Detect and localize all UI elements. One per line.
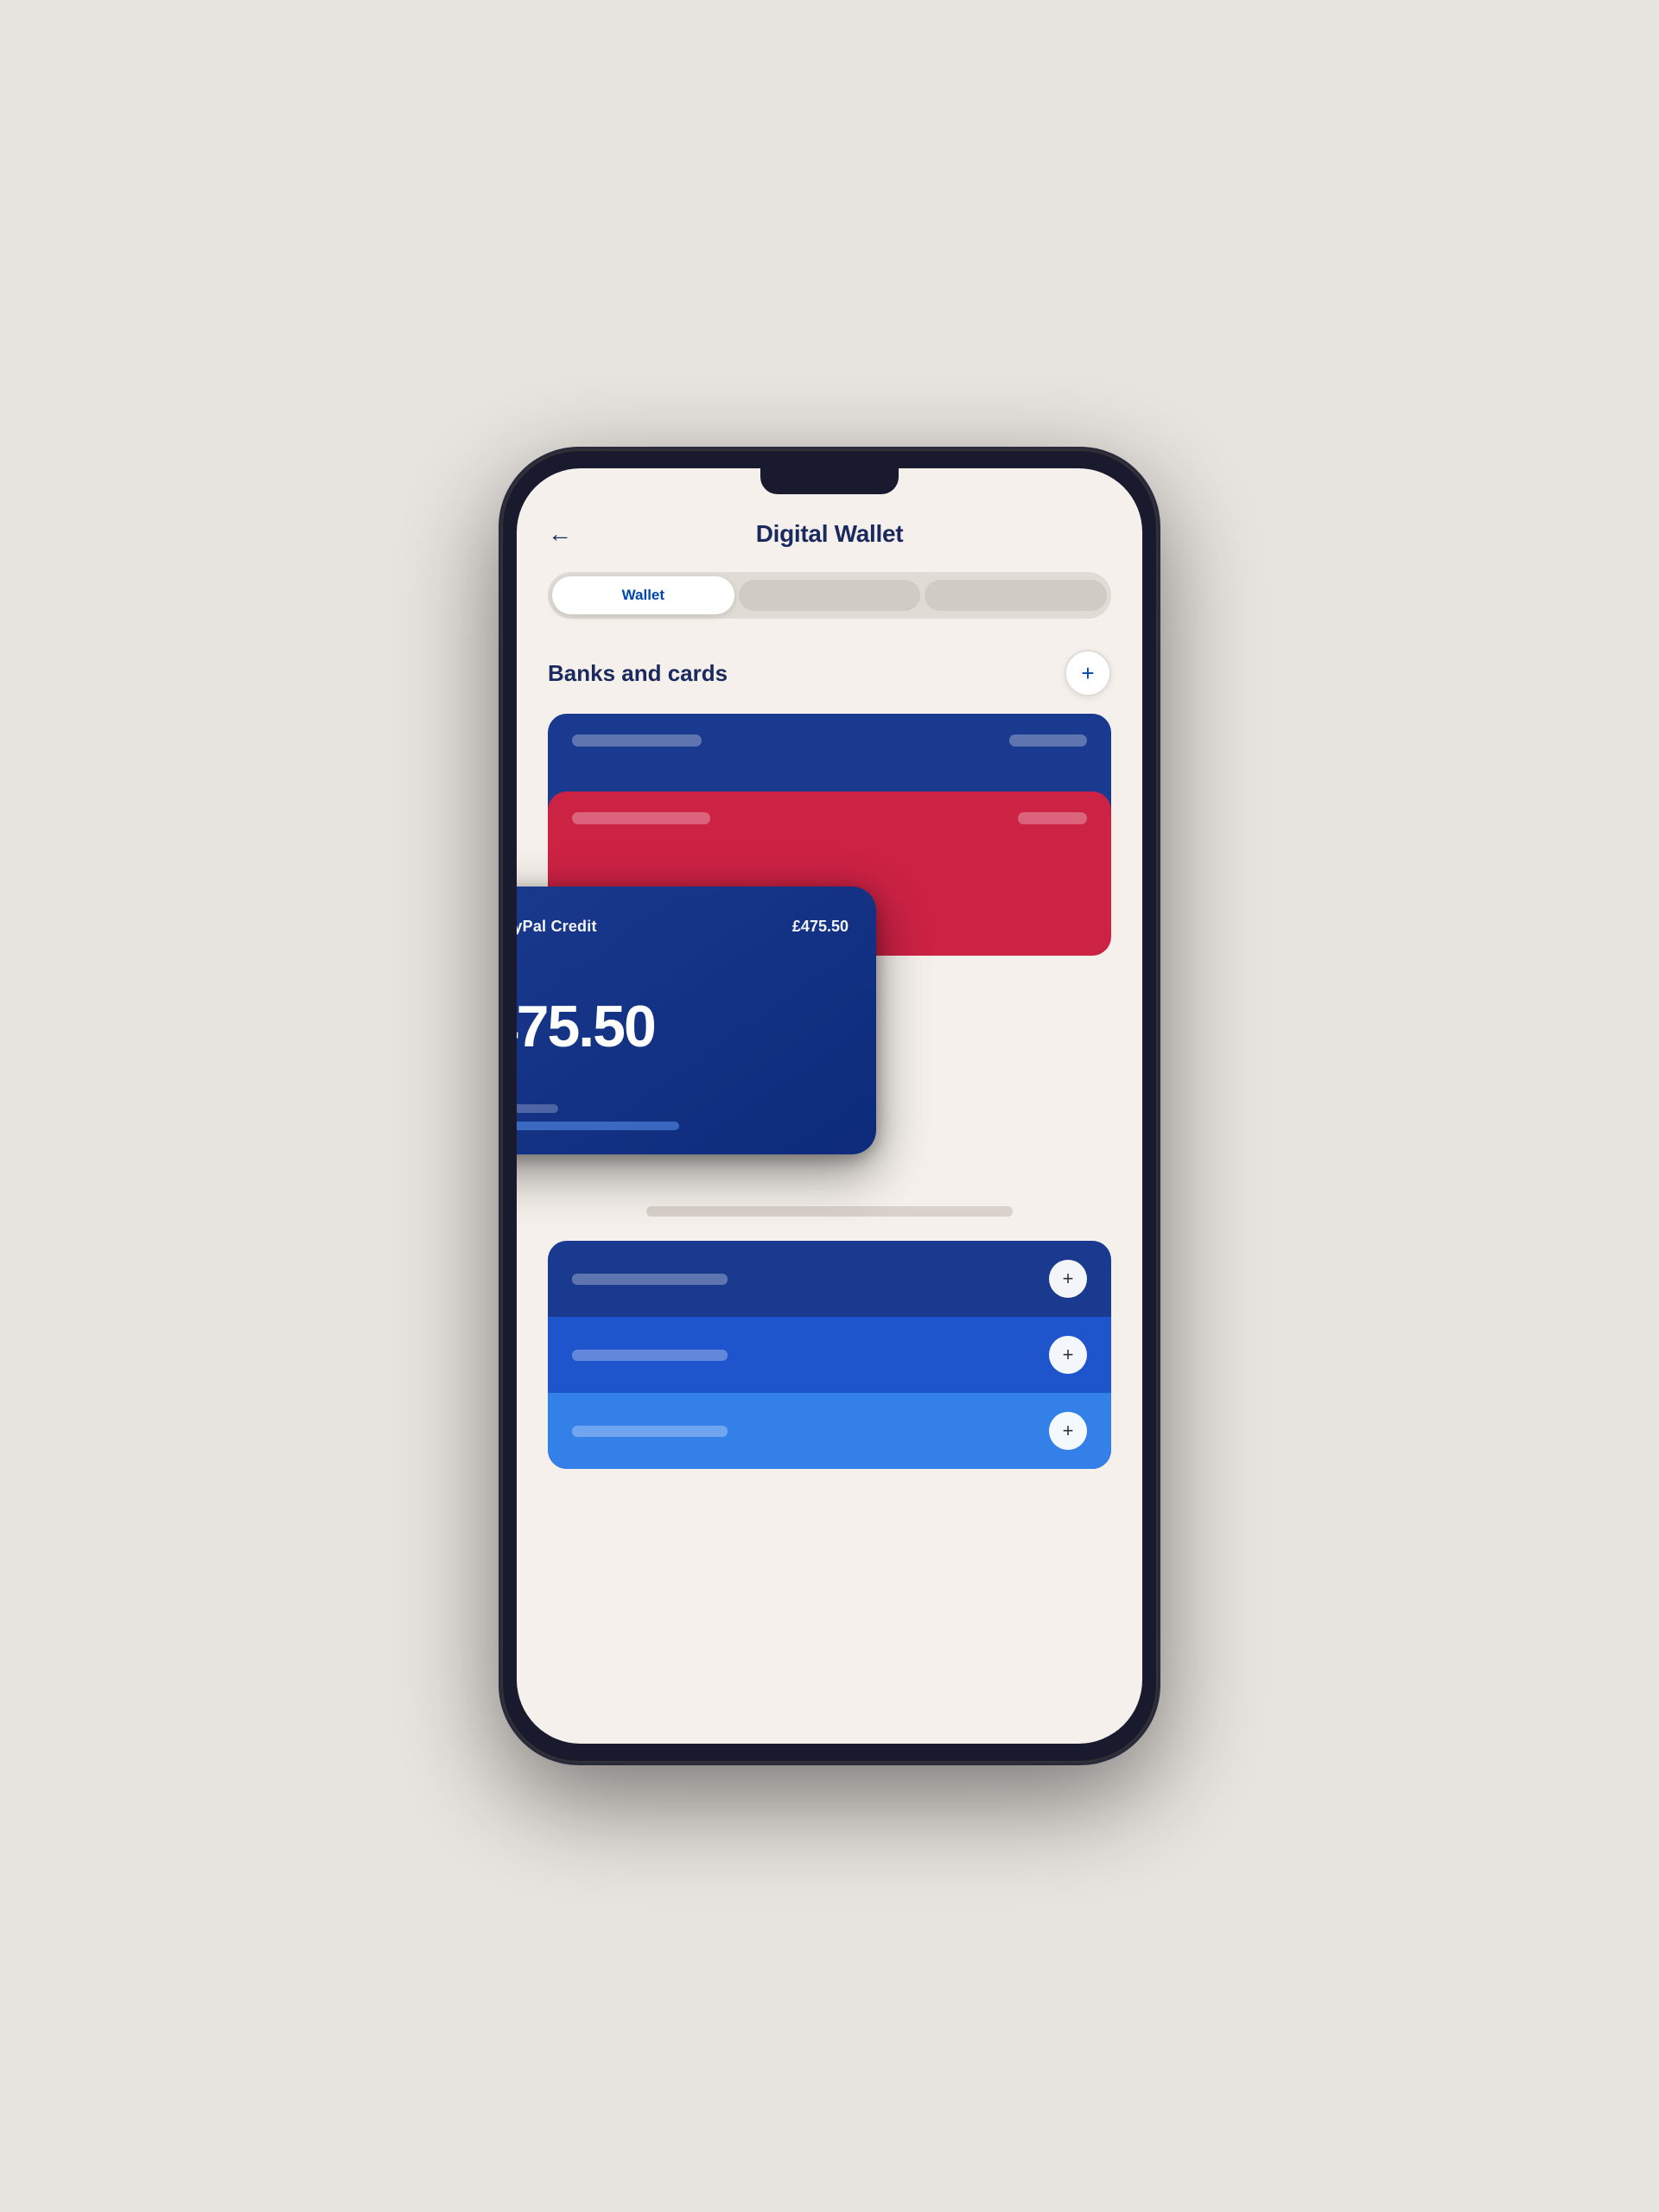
tabs-bar: Wallet [548,572,1111,619]
bottom-cards-list: + + + [548,1241,1111,1469]
phone-wrapper: ← Digital Wallet Wallet Banks and cards … [501,449,1158,1763]
card-red-top-row [572,812,1087,824]
tab-wallet[interactable]: Wallet [552,576,734,614]
back-button[interactable]: ← [548,520,572,548]
paypal-credit-card[interactable]: P PayPal Credit £475.50 £475.50 [517,887,876,1154]
separator-line [646,1206,1013,1217]
add-card-button[interactable]: + [1065,650,1111,696]
tab-placeholder-1[interactable] [739,580,921,611]
bottom-card-label-1 [572,1274,728,1285]
bottom-card-row-2[interactable]: + [548,1317,1111,1393]
phone-screen: ← Digital Wallet Wallet Banks and cards … [517,468,1142,1744]
paypal-card-big-amount: £475.50 [517,993,849,1060]
page-header: ← Digital Wallet [548,520,1111,548]
section-title: Banks and cards [548,660,728,687]
paypal-logo-row: P PayPal Credit [517,911,597,942]
tab-placeholder-2[interactable] [925,580,1107,611]
card-navy-line-1 [572,734,702,747]
bottom-card-add-2[interactable]: + [1049,1336,1087,1374]
card-navy-top-row [572,734,1087,747]
paypal-card-line-lg [517,1122,679,1130]
cards-area: P PayPal Credit £475.50 £475.50 [548,714,1111,1206]
bottom-card-row-1[interactable]: + [548,1241,1111,1317]
bottom-card-add-3[interactable]: + [1049,1412,1087,1450]
paypal-card-line-sm [517,1104,558,1113]
bottom-card-add-1[interactable]: + [1049,1260,1087,1298]
bottom-card-label-2 [572,1350,728,1361]
section-header: Banks and cards + [548,650,1111,696]
paypal-card-header: P PayPal Credit £475.50 [517,911,849,942]
phone-notch [760,468,899,494]
bottom-card-row-3[interactable]: + [548,1393,1111,1469]
card-red-line-2 [1018,812,1087,824]
paypal-card-footer [517,1104,849,1130]
page-title: Digital Wallet [756,520,904,548]
bottom-card-label-3 [572,1426,728,1437]
card-red-line-1 [572,812,710,824]
card-navy-line-2 [1009,734,1087,747]
paypal-card-amount-header: £475.50 [792,918,849,936]
screen-content: ← Digital Wallet Wallet Banks and cards … [517,494,1142,1744]
paypal-card-name: PayPal Credit [517,918,597,936]
